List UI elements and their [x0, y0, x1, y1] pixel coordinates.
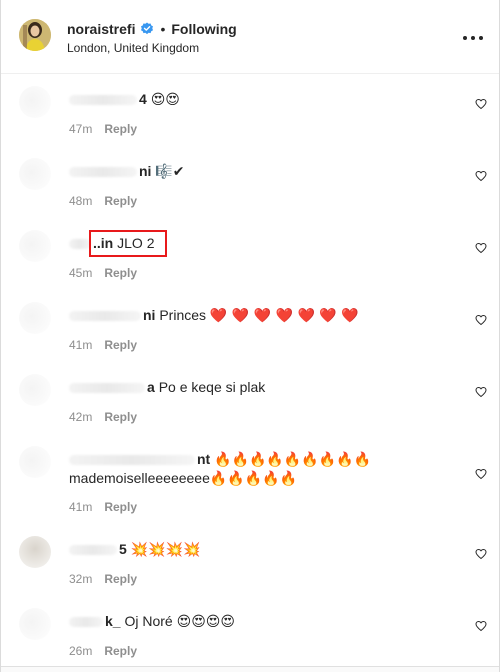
- comment-text: ni Princes ❤️ ❤️ ❤️ ❤️ ❤️ ❤️ ❤️: [69, 306, 461, 325]
- commenter-name-blurred[interactable]: [69, 311, 141, 322]
- heart-icon[interactable]: [475, 314, 487, 326]
- post-location[interactable]: London, United Kingdom: [67, 41, 199, 55]
- comment-time[interactable]: 45m: [69, 266, 92, 280]
- heart-icon[interactable]: [475, 468, 487, 480]
- commenter-name-tail[interactable]: k_: [105, 613, 121, 629]
- comment-time[interactable]: 47m: [69, 122, 92, 136]
- bottom-divider: [1, 666, 499, 672]
- heart-icon[interactable]: [475, 620, 487, 632]
- comment-item: ..in JLO 2 45m Reply: [1, 218, 499, 290]
- comment-item: k_ Oj Noré 😍😍😍😍 26m Reply: [1, 596, 499, 668]
- comment-item: ni Princes ❤️ ❤️ ❤️ ❤️ ❤️ ❤️ ❤️ 41m Repl…: [1, 290, 499, 362]
- reply-button[interactable]: Reply: [104, 194, 137, 208]
- author-username[interactable]: noraistrefi: [67, 21, 135, 37]
- commenter-name-blurred[interactable]: [69, 383, 145, 394]
- comment-meta: 41m Reply: [69, 338, 137, 352]
- commenter-name-tail[interactable]: a: [147, 379, 155, 395]
- comment-meta: 48m Reply: [69, 194, 137, 208]
- comment-time[interactable]: 32m: [69, 572, 92, 586]
- comment-time[interactable]: 48m: [69, 194, 92, 208]
- comment-time[interactable]: 26m: [69, 644, 92, 658]
- comment-emoji: 🔥🔥🔥🔥🔥: [209, 471, 298, 487]
- commenter-avatar[interactable]: [19, 86, 51, 118]
- comment-emoji: ❤️ ❤️ ❤️ ❤️ ❤️ ❤️ ❤️: [209, 308, 359, 324]
- comment-emoji: 💥💥💥💥: [130, 542, 201, 558]
- commenter-name-blurred[interactable]: [69, 617, 103, 628]
- verified-badge-icon: [140, 22, 154, 36]
- more-dot: [463, 36, 467, 40]
- commenter-name-tail[interactable]: nt: [197, 451, 210, 467]
- commenter-name-blurred[interactable]: [69, 239, 91, 250]
- comment-item: ni 🎼✔ 48m Reply: [1, 146, 499, 218]
- comment-meta: 41m Reply: [69, 500, 137, 514]
- comment-meta: 47m Reply: [69, 122, 137, 136]
- more-dot: [471, 36, 475, 40]
- comment-time[interactable]: 41m: [69, 500, 92, 514]
- commenter-name-blurred[interactable]: [69, 455, 195, 466]
- comment-emoji: 😍😍😍😍: [176, 614, 235, 630]
- comment-item: a Po e keqe si plak 42m Reply: [1, 362, 499, 434]
- commenter-name-blurred[interactable]: [69, 167, 137, 178]
- comment-body: mademoiselleeeeeeee: [69, 470, 210, 486]
- comment-text: nt 🔥🔥🔥🔥🔥🔥🔥🔥🔥 mademoiselleeeeeeee🔥🔥🔥🔥🔥: [69, 450, 461, 488]
- commenter-avatar[interactable]: [19, 230, 51, 262]
- commenter-avatar[interactable]: [19, 158, 51, 190]
- commenter-name-tail[interactable]: ni: [143, 307, 155, 323]
- highlight-box: [89, 230, 167, 257]
- heart-icon[interactable]: [475, 386, 487, 398]
- comment-text: ni 🎼✔: [69, 162, 461, 181]
- comment-meta: 42m Reply: [69, 410, 137, 424]
- comment-item: nt 🔥🔥🔥🔥🔥🔥🔥🔥🔥 mademoiselleeeeeeee🔥🔥🔥🔥🔥 41…: [1, 434, 499, 524]
- comment-emoji: 🔥🔥🔥🔥🔥🔥🔥🔥🔥: [214, 452, 371, 468]
- heart-icon[interactable]: [475, 98, 487, 110]
- comment-body: Princes: [159, 307, 207, 323]
- commenter-name-blurred[interactable]: [69, 95, 137, 106]
- comment-text: 5 💥💥💥💥: [69, 540, 461, 559]
- comment-text: 4 😍😍: [69, 90, 461, 109]
- comments-list: 4 😍😍 47m Reply ni 🎼✔ 48m Reply ..in JLO …: [1, 74, 499, 668]
- comment-time[interactable]: 42m: [69, 410, 92, 424]
- post-header: noraistrefi • Following London, United K…: [1, 0, 499, 74]
- reply-button[interactable]: Reply: [104, 644, 137, 658]
- author-avatar[interactable]: [19, 19, 51, 51]
- comment-meta: 32m Reply: [69, 572, 137, 586]
- comment-meta: 45m Reply: [69, 266, 137, 280]
- heart-icon[interactable]: [475, 242, 487, 254]
- author-avatar-image: [19, 19, 51, 51]
- comment-body: Oj Noré: [124, 613, 173, 629]
- reply-button[interactable]: Reply: [104, 122, 137, 136]
- comment-text: a Po e keqe si plak: [69, 378, 461, 396]
- reply-button[interactable]: Reply: [104, 338, 137, 352]
- reply-button[interactable]: Reply: [104, 410, 137, 424]
- comment-meta: 26m Reply: [69, 644, 137, 658]
- commenter-name-tail[interactable]: ni: [139, 163, 151, 179]
- comment-emoji: 🎼✔: [155, 164, 185, 180]
- commenter-name-tail[interactable]: 5: [119, 541, 127, 557]
- heart-icon[interactable]: [475, 548, 487, 560]
- commenter-name-tail[interactable]: 4: [139, 91, 147, 107]
- heart-icon[interactable]: [475, 170, 487, 182]
- more-dot: [479, 36, 483, 40]
- comment-emoji: 😍😍: [150, 92, 180, 108]
- commenter-name-blurred[interactable]: [69, 545, 117, 556]
- more-options-icon[interactable]: [463, 28, 483, 48]
- commenter-avatar[interactable]: [19, 374, 51, 406]
- reply-button[interactable]: Reply: [104, 266, 137, 280]
- post-comments-panel: noraistrefi • Following London, United K…: [0, 0, 500, 672]
- comment-body: Po e keqe si plak: [158, 379, 266, 395]
- author-name-row: noraistrefi • Following: [67, 20, 237, 38]
- comment-item: 5 💥💥💥💥 32m Reply: [1, 524, 499, 596]
- comment-time[interactable]: 41m: [69, 338, 92, 352]
- comment-text: k_ Oj Noré 😍😍😍😍: [69, 612, 461, 631]
- separator-dot: •: [160, 21, 166, 37]
- commenter-avatar[interactable]: [19, 446, 51, 478]
- commenter-avatar[interactable]: [19, 608, 51, 640]
- commenter-avatar[interactable]: [19, 536, 51, 568]
- commenter-avatar[interactable]: [19, 302, 51, 334]
- reply-button[interactable]: Reply: [104, 500, 137, 514]
- following-button[interactable]: Following: [171, 21, 236, 37]
- reply-button[interactable]: Reply: [104, 572, 137, 586]
- comment-item: 4 😍😍 47m Reply: [1, 74, 499, 146]
